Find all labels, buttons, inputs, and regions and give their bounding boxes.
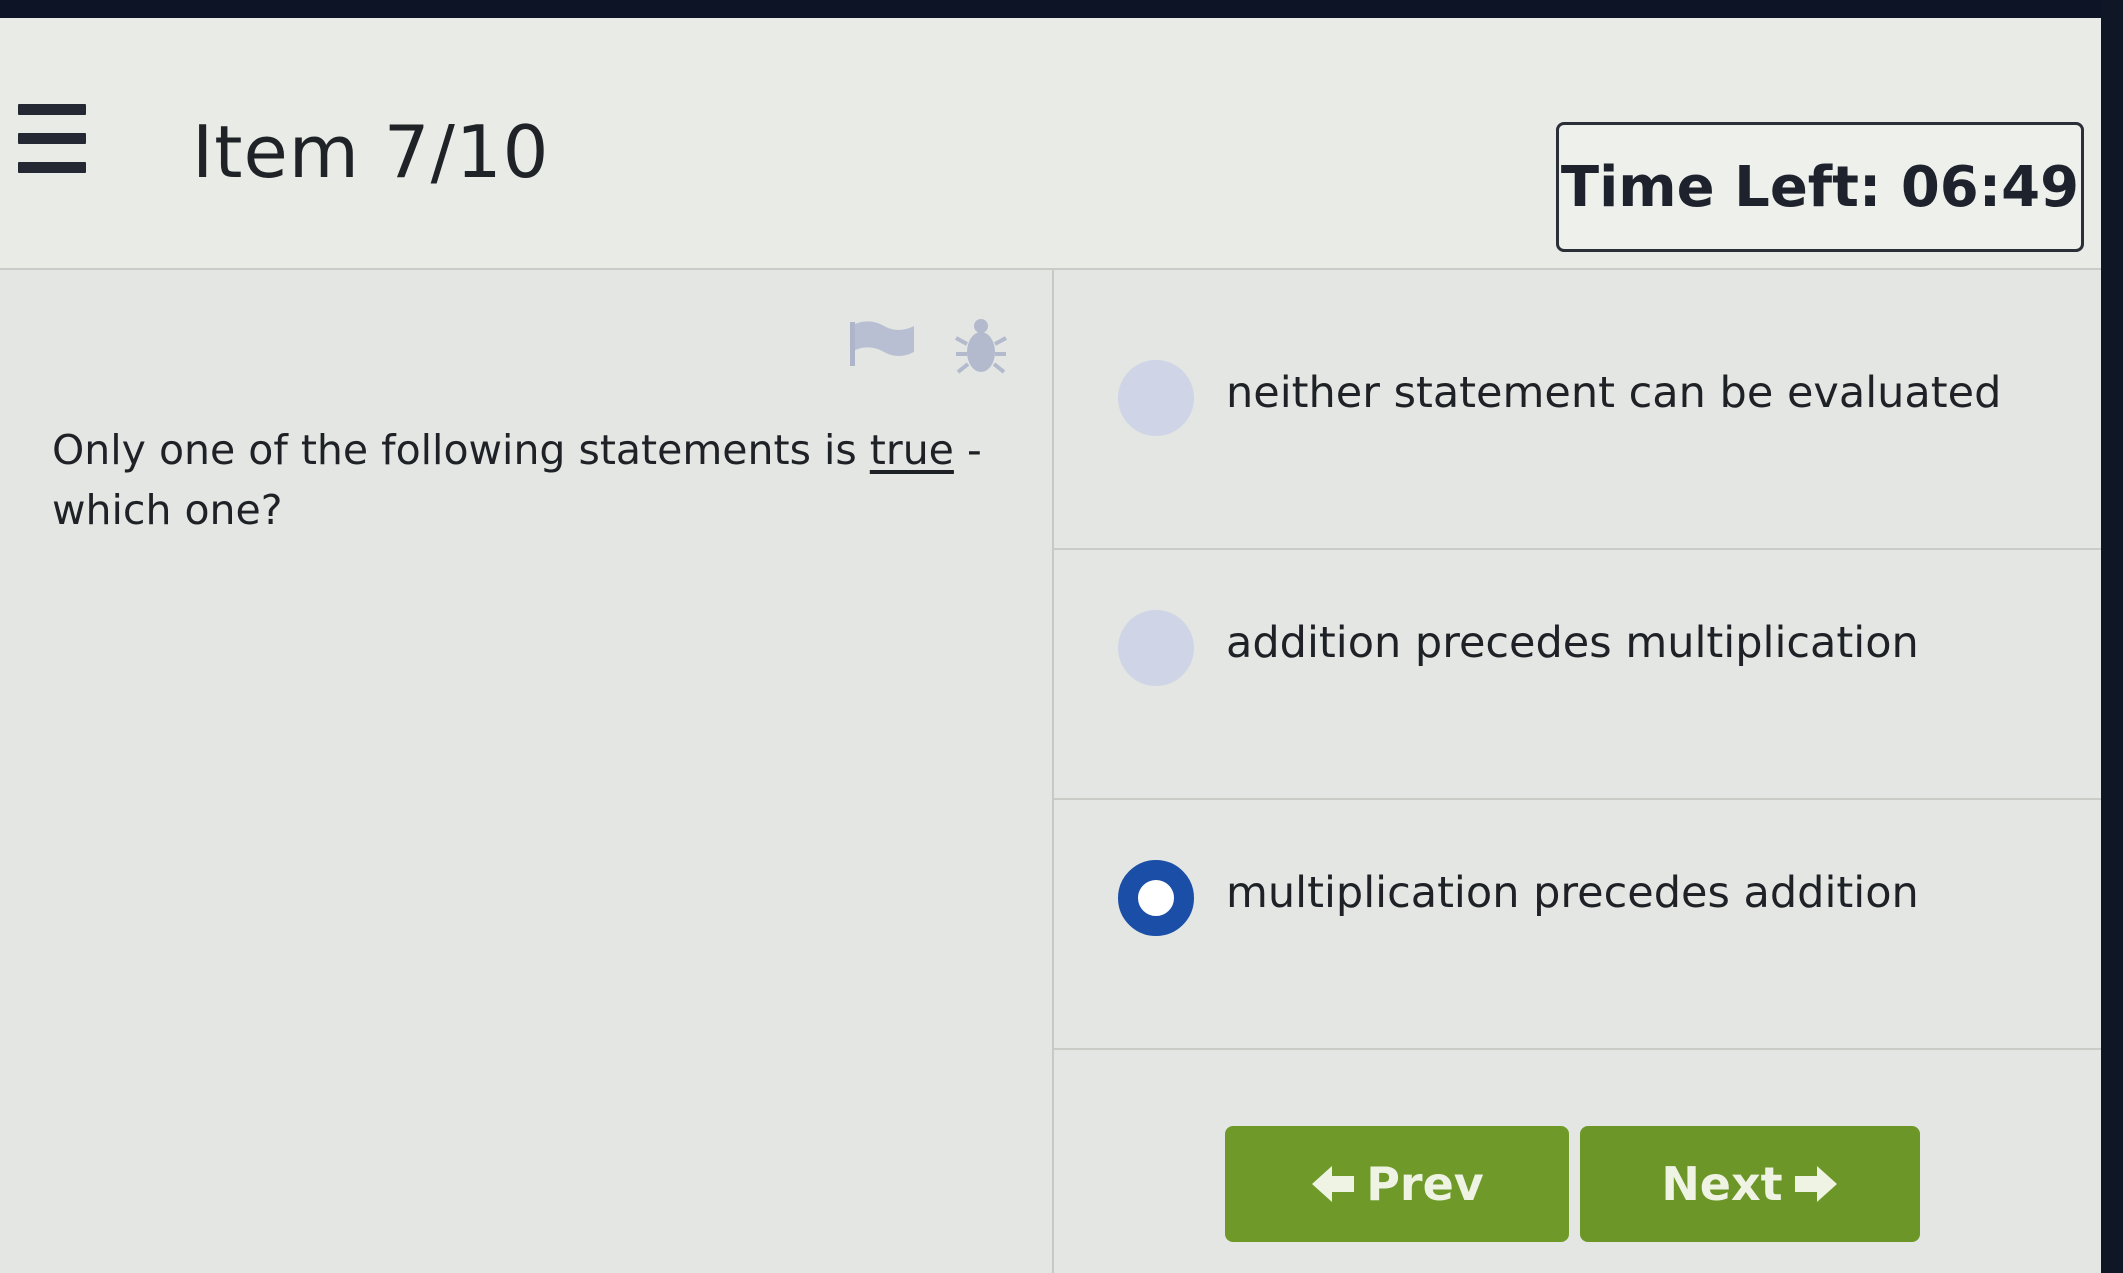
answer-choice-label: multiplication precedes addition [1226,868,1919,918]
next-button[interactable]: Next [1580,1126,1920,1242]
header-bar: Item 7/10 Time Left: 06:49 [0,18,2101,270]
item-counter: Item 7/10 [192,110,550,194]
arrow-left-icon [1310,1164,1356,1204]
question-text-start: Only one of the following statements is [52,426,870,474]
bug-icon[interactable] [954,316,1008,378]
arrow-right-icon [1793,1164,1839,1204]
question-text: Only one of the following statements is … [52,420,1012,540]
radio-button[interactable] [1118,360,1194,436]
answer-choice-label: addition precedes multiplication [1226,618,1919,668]
answer-choice-3[interactable]: multiplication precedes addition [1054,800,2101,1050]
prev-button[interactable]: Prev [1225,1126,1569,1242]
window-top-edge [0,0,2123,18]
answer-choice-label: neither statement can be evaluated [1226,368,2002,418]
flag-icon[interactable] [848,318,918,366]
question-emphasis: true [869,426,954,474]
window-right-edge [2101,0,2123,1273]
answer-choices: neither statement can be evaluated addit… [1054,300,2101,1050]
radio-button[interactable] [1118,610,1194,686]
hamburger-menu-icon[interactable] [18,104,86,174]
radio-button-selected[interactable] [1118,860,1194,936]
answer-choice-1[interactable]: neither statement can be evaluated [1054,300,2101,550]
answer-choice-2[interactable]: addition precedes multiplication [1054,550,2101,800]
prev-label: Prev [1366,1157,1484,1211]
time-left-display: Time Left: 06:49 [1556,122,2084,252]
next-label: Next [1661,1157,1783,1211]
